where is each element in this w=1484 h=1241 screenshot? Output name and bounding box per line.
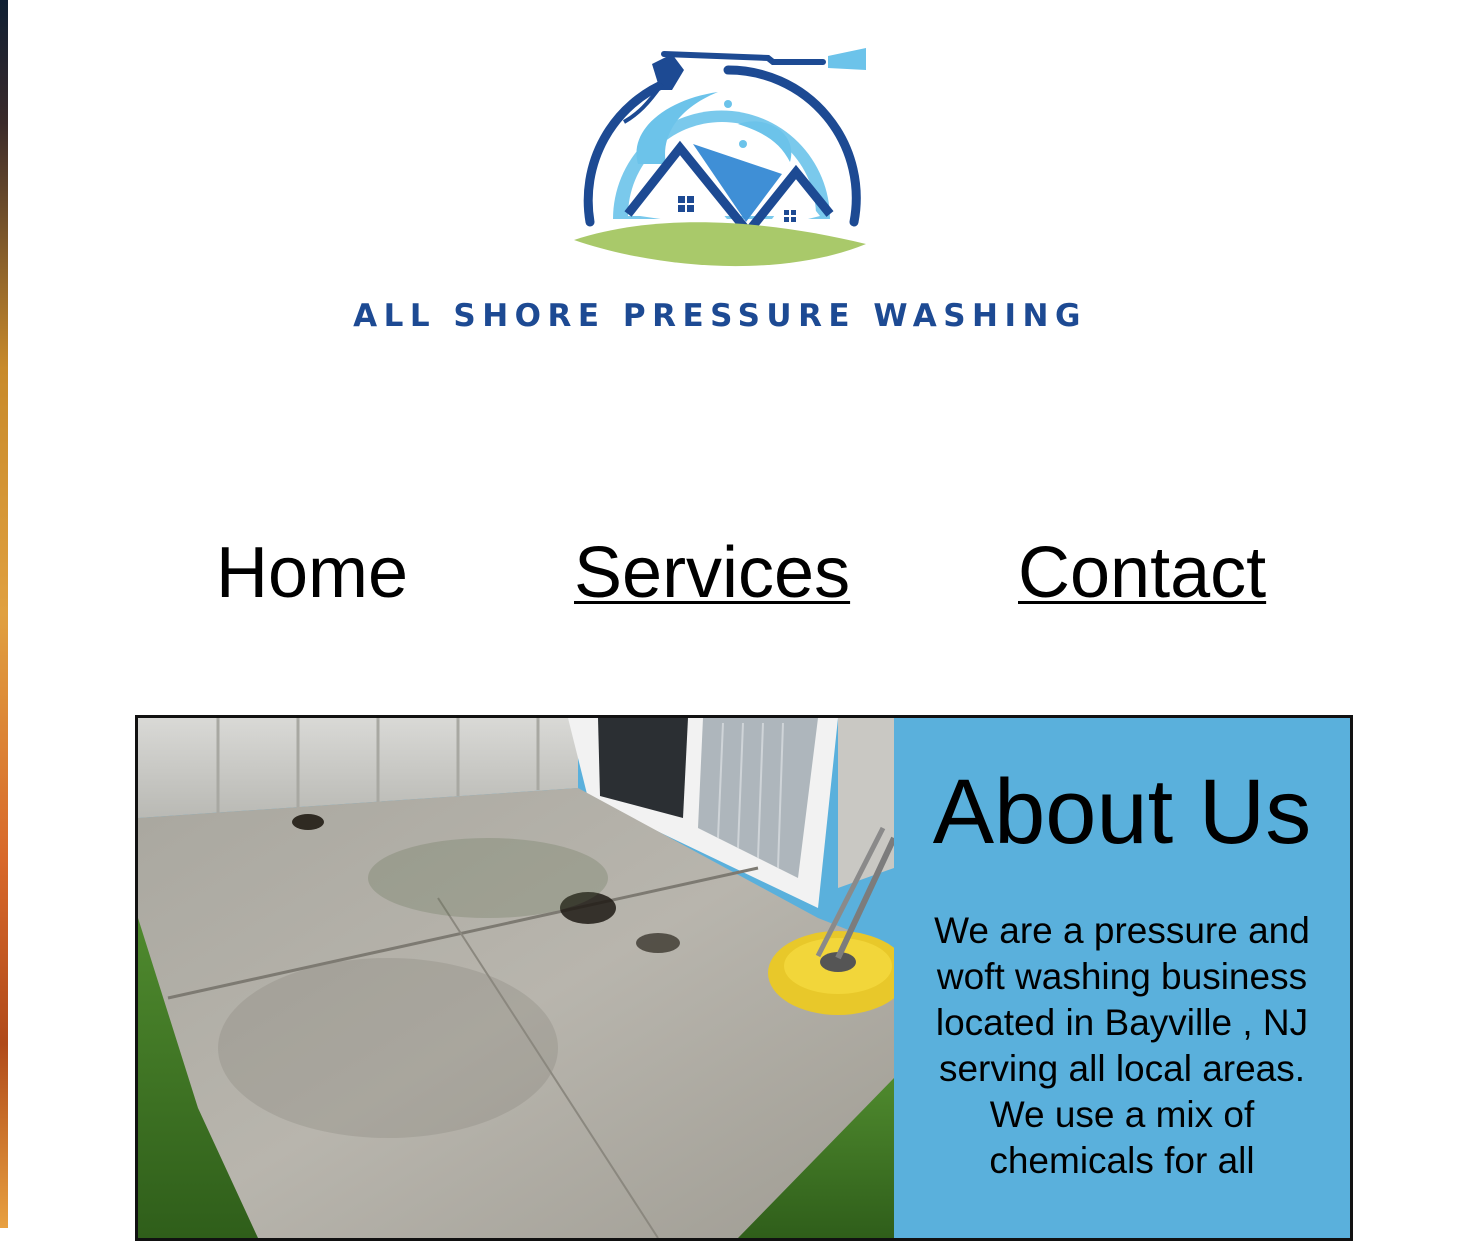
about-panel: About Us We are a pressure and woft wash… [894,718,1350,1238]
company-logo [574,48,866,267]
patio-photo [138,718,894,1238]
patio-cleaning-photo-icon [138,718,894,1238]
nav-contact-link[interactable]: Contact [1018,528,1266,618]
about-title: About Us [932,761,1312,863]
nav-services-link[interactable]: Services [574,528,850,618]
nav-home-link[interactable]: Home [216,528,408,618]
main-nav: Home Services Contact [0,528,1484,618]
about-section: About Us We are a pressure and woft wash… [135,715,1353,1241]
about-description: We are a pressure and woft washing busin… [934,910,1310,1181]
company-name: ALL SHORE PRESSURE WASHING [353,298,1087,334]
